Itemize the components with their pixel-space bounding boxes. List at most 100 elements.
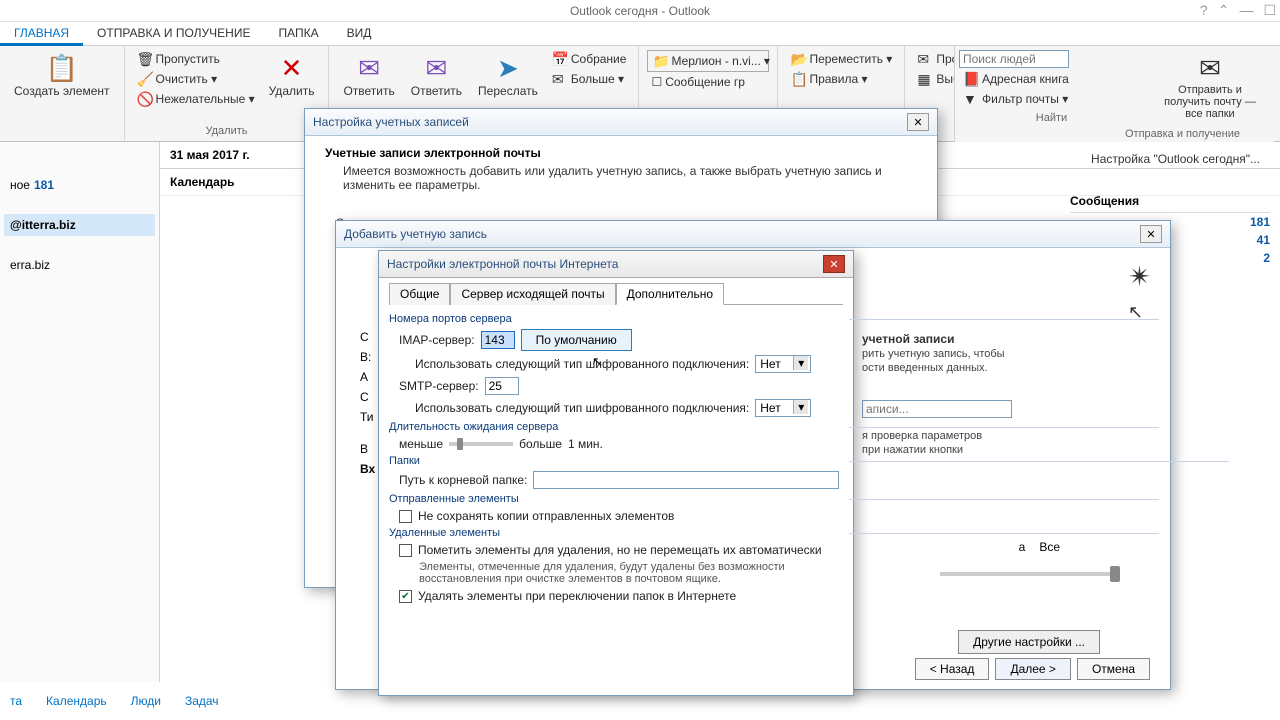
nav-tasks[interactable]: Задач [185,694,219,708]
nav-calendar[interactable]: Календарь [46,694,107,708]
dialog1-title: Настройка учетных записей [313,115,469,129]
tab-view[interactable]: ВИД [333,22,386,45]
meeting-icon: 📅 [552,51,568,67]
new-item-icon: 📋 [46,52,78,84]
skip-button[interactable]: 🗑Пропустить [133,50,259,68]
folder-account-1[interactable]: @itterra.biz [4,214,155,236]
dialog2-close-button[interactable]: ✕ [1140,225,1162,243]
msg-count-1: 181 [1250,215,1270,229]
more-button[interactable]: ✉Больше ▾ [548,70,631,88]
find-people-input[interactable] [959,50,1069,68]
sendrecv-all-button[interactable]: ✉ Отправить и получить почту — все папки [1150,50,1270,138]
smtp-enc-label: Использовать следующий тип шифрованного … [415,401,749,415]
help-icon[interactable]: ? [1200,2,1208,19]
dialog2-title: Добавить учетную запись [344,227,487,241]
ribbon-tabs: ГЛАВНАЯ ОТПРАВКА И ПОЛУЧЕНИЕ ПАПКА ВИД [0,22,1280,46]
outlook-today-settings-link[interactable]: Настройка "Outlook сегодня"... [1091,152,1260,166]
deleted-fieldset-label: Удаленные элементы [389,525,843,541]
maximize-icon[interactable]: ☐ [1263,2,1276,19]
tab-outgoing[interactable]: Сервер исходящей почты [450,283,615,305]
draft-msg-button[interactable]: ☐Сообщение гр [647,74,769,90]
date-label: 31 мая 2017 г. [170,148,250,162]
timeout-more-label: больше [519,437,562,451]
find-group-label: Найти [959,110,1144,124]
cleanup-button[interactable]: 🧹Очистить ▾ [133,70,259,88]
tab-advanced[interactable]: Дополнительно [616,283,724,305]
next-button[interactable]: Далее > [995,658,1071,680]
rules-icon: 📋 [790,71,806,87]
tab-sendrecv[interactable]: ОТПРАВКА И ПОЛУЧЕНИЕ [83,22,264,45]
folder-inbox[interactable]: ное181 [4,174,155,196]
timeout-less-label: меньше [399,437,443,451]
folder-account-2[interactable]: erra.biz [4,254,155,276]
imap-enc-select[interactable]: Нет [755,355,811,373]
reply-icon: ✉ [353,52,385,84]
rules-button[interactable]: 📋Правила ▾ [786,70,896,88]
cancel-button[interactable]: Отмена [1077,658,1150,680]
folder-dropdown[interactable]: 📁Мерлион - n.vi...▾ [647,50,769,72]
nav-pane: ное181 @itterra.biz erra.biz [0,142,160,682]
dialog-email-settings: Настройки электронной почты Интернета ✕ … [378,250,854,696]
dialog2-right-info: учетной записи рить учетную запись, чтоб… [862,330,1042,458]
reply-all-icon: ✉ [420,52,452,84]
ports-fieldset-label: Номера портов сервера [389,311,843,327]
smtp-port-input[interactable] [485,377,519,395]
nav-people[interactable]: Люди [131,694,161,708]
other-settings-button[interactable]: Другие настройки ... [958,630,1100,654]
dialog1-heading: Учетные записи электронной почты [325,146,917,160]
dialog1-desc: Имеется возможность добавить или удалить… [343,164,917,192]
messages-header: Сообщения [1070,190,1270,213]
minimize-icon[interactable]: — [1239,2,1253,19]
new-item-button[interactable]: 📋 Создать элемент [8,50,116,100]
dialog2-delivery-filter: а Все [1019,540,1060,554]
timeout-value: 1 мин. [568,437,603,451]
move-button[interactable]: 📂Переместить ▾ [786,50,896,68]
reply-button[interactable]: ✉Ответить [337,50,400,100]
del-check2-label: Удалять элементы при переключении папок … [418,589,736,603]
sent-check-label: Не сохранять копии отправленных элементо… [418,509,674,523]
tab-folder[interactable]: ПАПКА [264,22,332,45]
smtp-label: SMTP-сервер: [399,379,479,393]
dialog3-tabs: Общие Сервер исходящей почты Дополнитель… [389,282,843,305]
mouse-cursor-icon: ↖ [592,354,603,370]
msg-count-2: 41 [1257,233,1270,247]
forward-button[interactable]: ➤Переслать [472,50,544,100]
read-icon: ✉ [917,51,933,67]
test-account-input[interactable] [862,400,1012,418]
rootpath-input[interactable] [533,471,839,489]
folders-fieldset-label: Папки [389,453,843,469]
meeting-button[interactable]: 📅Собрание [548,50,631,68]
nav-mail[interactable]: та [10,694,22,708]
dialog3-title: Настройки электронной почты Интернета [387,257,618,271]
junk-button[interactable]: 🚫Нежелательные ▾ [133,90,259,108]
dialog2-slider[interactable] [940,572,1120,576]
dialog3-close-button[interactable]: ✕ [823,255,845,273]
smtp-enc-select[interactable]: Нет [755,399,811,417]
tab-home[interactable]: ГЛАВНАЯ [0,22,83,46]
del-checkbox-2[interactable]: ✔ [399,590,412,603]
folder-icon: 📁 [652,53,668,69]
timeout-slider[interactable] [449,442,513,446]
filter-mail-button[interactable]: ▼Фильтр почты ▾ [959,90,1144,108]
title-bar: Outlook сегодня - Outlook ? ⌃ — ☐ [0,0,1280,22]
imap-enc-label: Использовать следующий тип шифрованного … [415,357,749,371]
sendrecv-group-label: Отправка и получение [1125,128,1240,140]
imap-port-input[interactable] [481,331,515,349]
junk-icon: 🚫 [137,91,153,107]
delete-button[interactable]: ✕ Удалить [263,50,321,100]
back-button[interactable]: < Назад [915,658,990,680]
dialog1-close-button[interactable]: ✕ [907,113,929,131]
del-checkbox-1[interactable] [399,544,412,557]
reply-all-button[interactable]: ✉Ответить [405,50,468,100]
delete-group-label: Удалить [133,123,321,137]
filter-icon: ▼ [963,91,979,107]
address-book-button[interactable]: 📕Адресная книга [959,70,1144,88]
sent-checkbox[interactable] [399,510,412,523]
default-port-button[interactable]: По умолчанию [521,329,632,351]
tab-general[interactable]: Общие [389,283,450,305]
cleanup-icon: 🧹 [137,71,153,87]
ribbon-toggle-icon[interactable]: ⌃ [1218,2,1230,19]
del-check1-label: Пометить элементы для удаления, но не пе… [418,543,822,557]
category-icon: ▦ [917,71,933,87]
del-desc: Элементы, отмеченные для удаления, будут… [419,561,839,585]
